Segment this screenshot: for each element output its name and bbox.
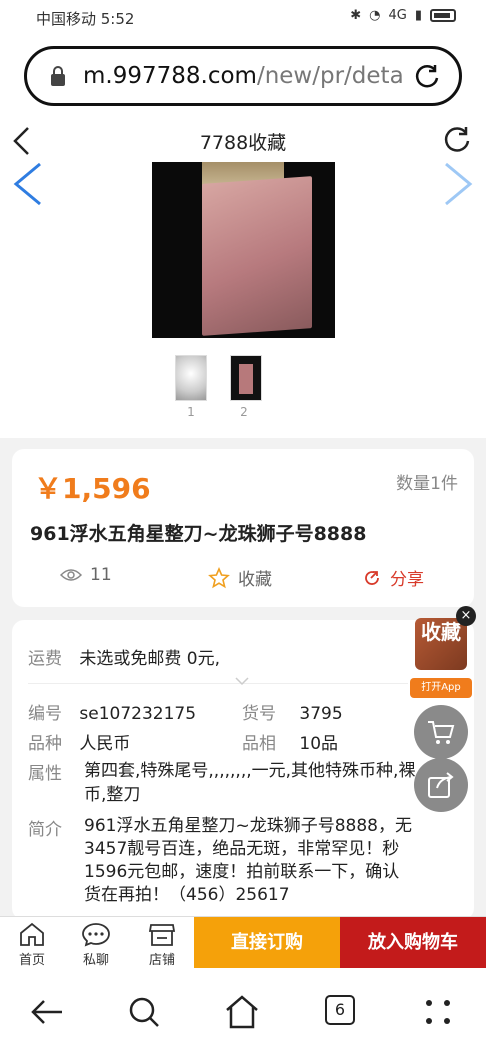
close-icon[interactable]: ×: [456, 606, 476, 626]
thumbnail-number-2: 2: [240, 405, 248, 419]
intro-label-row: 简介: [28, 815, 62, 840]
battery-icon: [430, 9, 456, 22]
image-gallery: 1 2: [0, 150, 486, 438]
main-product-photo[interactable]: [152, 162, 335, 338]
favorite-label: 收藏: [238, 570, 272, 590]
product-title: 961浮水五角星整刀~龙珠狮子号8888: [30, 523, 367, 545]
attributes-label: 属性: [28, 764, 62, 784]
item-no-label: 货号: [242, 704, 276, 724]
app-logo[interactable]: 收藏: [415, 618, 467, 670]
shop-icon: [148, 924, 176, 946]
browser-back-icon[interactable]: [28, 992, 68, 1032]
wifi-icon: ◔: [369, 8, 381, 23]
banknote-image: [202, 176, 312, 336]
intro-line-2: 3457靓号百连，绝品无斑，非常罕见！秒: [84, 839, 400, 859]
product-stats: 11 收藏 分享: [12, 563, 474, 593]
bluetooth-icon: ✱: [350, 8, 362, 23]
share-label: 分享: [390, 570, 424, 590]
view-count: 11: [60, 565, 112, 585]
number-label: 编号: [28, 704, 62, 724]
grade-value: 10品: [299, 734, 339, 754]
tab-chat-label: 私聊: [82, 953, 109, 968]
tabs-count-icon[interactable]: 6: [325, 995, 355, 1025]
refresh-icon[interactable]: [442, 124, 472, 154]
attributes-line-2: 币,整刀: [84, 785, 141, 805]
share-float-button[interactable]: [414, 758, 468, 812]
quantity: 数量1件: [396, 474, 458, 494]
tab-home-label: 首页: [18, 953, 45, 968]
intro-text: 961浮水五角星整刀~龙珠狮子号8888，无 3457靓号百连，绝品无斑，非常罕…: [84, 815, 464, 907]
address-bar[interactable]: m.997788.com/new/pr/detai: [24, 46, 462, 106]
system-navigation: 6: [0, 968, 486, 1053]
page-title: 7788收藏: [199, 132, 287, 154]
divider: [28, 683, 408, 684]
tab-shop[interactable]: 店铺: [134, 919, 190, 968]
shipping-label: 运费: [28, 649, 62, 669]
tab-chat[interactable]: 私聊: [68, 919, 124, 968]
next-image-arrow-icon[interactable]: [442, 160, 476, 208]
search-icon[interactable]: [124, 992, 164, 1032]
number-row: 编号 se107232175: [28, 699, 196, 724]
attributes-value: 第四套,特殊尾号,,,,,,,,一元,其他特殊币种,裸 币,整刀: [84, 759, 454, 807]
carrier-time: 中国移动 5:52: [36, 10, 135, 28]
intro-line-3: 1596元包邮，速度！拍前联系一下，确认: [84, 862, 400, 882]
buy-now-button[interactable]: 直接订购: [194, 917, 340, 969]
open-app-button[interactable]: 打开App: [410, 678, 472, 698]
url-domain: m.997788.com: [83, 63, 257, 89]
url-text[interactable]: m.997788.com/new/pr/detai: [83, 63, 403, 89]
prev-image-arrow-icon[interactable]: [10, 160, 44, 208]
price: ￥1,596: [34, 472, 151, 505]
bottom-action-bar: 首页 私聊 店铺 直接订购 放入购物车: [0, 916, 486, 969]
category-row: 品种 人民币: [28, 729, 130, 754]
intro-label: 简介: [28, 820, 62, 840]
tab-shop-label: 店铺: [148, 953, 175, 968]
app-promo[interactable]: 收藏 × 打开App: [410, 606, 476, 700]
signal-icon: ▮: [414, 8, 422, 23]
category-label: 品种: [28, 734, 62, 754]
cart-icon: [428, 721, 455, 744]
favorite-button[interactable]: 收藏: [208, 565, 272, 590]
share-icon: [365, 570, 379, 585]
item-no-row: 货号 3795: [242, 699, 343, 724]
view-count-value: 11: [90, 565, 112, 585]
category-value: 人民币: [79, 734, 131, 754]
thumbnail-1[interactable]: [175, 355, 207, 401]
more-menu-icon[interactable]: [418, 992, 458, 1032]
home-nav-icon[interactable]: [222, 992, 262, 1032]
shipping-value: 未选或免邮费 0元,: [79, 649, 221, 669]
thumbnail-2[interactable]: [230, 355, 262, 401]
status-bar: 中国移动 5:52 ✱ ◔ 4G ▮: [0, 0, 486, 34]
shipping-row: 运费 未选或免邮费 0元,: [28, 644, 220, 669]
attributes-line-1: 第四套,特殊尾号,,,,,,,,一元,其他特殊币种,裸: [84, 761, 416, 781]
network-label: 4G: [388, 8, 407, 23]
price-card: ￥1,596 数量1件 961浮水五角星整刀~龙珠狮子号8888 11 收藏 分…: [12, 449, 474, 607]
add-to-cart-button[interactable]: 放入购物车: [340, 917, 486, 969]
grade-label: 品相: [242, 734, 276, 754]
cart-float-button[interactable]: [414, 705, 468, 759]
home-icon: [20, 922, 44, 946]
reload-icon[interactable]: [413, 62, 441, 90]
thumbnail-strip: 1 2: [0, 355, 486, 425]
eye-icon: [60, 569, 82, 581]
status-icons: ✱ ◔ 4G ▮: [350, 8, 456, 23]
share-out-icon: [428, 772, 454, 798]
tab-home[interactable]: 首页: [4, 919, 60, 968]
star-icon: [208, 566, 230, 588]
page-header: 7788收藏: [0, 118, 486, 166]
detail-card: 运费 未选或免邮费 0元, 编号 se107232175 货号 3795 品种 …: [12, 620, 474, 920]
item-no-value: 3795: [299, 704, 343, 724]
thumbnail-number-1: 1: [187, 405, 195, 419]
chevron-down-icon[interactable]: [234, 676, 250, 686]
chat-icon: [82, 923, 110, 947]
lock-icon: [51, 66, 65, 86]
number-value: se107232175: [79, 704, 197, 724]
intro-line-4: 货在再拍！（456）25617: [84, 885, 290, 905]
grade-row: 品相 10品: [242, 729, 338, 754]
share-button[interactable]: 分享: [362, 565, 424, 590]
attributes-label-row: 属性: [28, 759, 62, 784]
intro-line-1: 961浮水五角星整刀~龙珠狮子号8888，无: [84, 816, 412, 836]
url-path: /new/pr/detai: [256, 63, 403, 89]
